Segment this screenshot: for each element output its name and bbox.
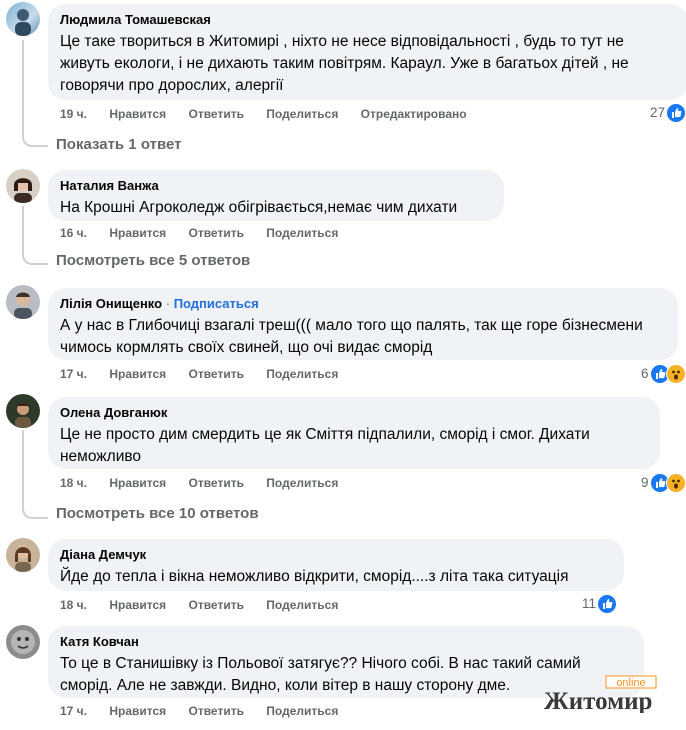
reply-button[interactable]: Ответить	[189, 226, 244, 240]
comment-actions: 16 ч. Нравится Ответить Поделиться	[60, 225, 357, 241]
show-replies-link[interactable]: Посмотреть все 5 ответов	[56, 251, 250, 271]
share-button[interactable]: Поделиться	[266, 598, 338, 612]
comment-bubble: Олена Довганюк Це не просто дим смердить…	[48, 397, 660, 469]
comment-time[interactable]: 16 ч.	[60, 226, 87, 240]
comment-bubble: Наталия Ванжа На Крошні Агроколедж обігр…	[48, 170, 504, 221]
thread-elbow	[22, 497, 48, 519]
like-button[interactable]: Нравится	[109, 476, 166, 490]
thread-line	[22, 40, 24, 128]
share-button[interactable]: Поделиться	[266, 476, 338, 490]
reply-button[interactable]: Ответить	[189, 476, 244, 490]
reply-button[interactable]: Ответить	[189, 598, 244, 612]
comment-time[interactable]: 18 ч.	[60, 598, 87, 612]
comment-time[interactable]: 18 ч.	[60, 476, 87, 490]
zhytomyr-online-logo: online Житомир	[542, 673, 672, 715]
reaction-number: 6	[641, 366, 649, 381]
comment-author[interactable]: Наталия Ванжа	[60, 178, 492, 194]
comment-actions: 17 ч. Нравится Ответить Поделиться	[60, 366, 357, 382]
comment-actions: 18 ч. Нравится Ответить Поделиться	[60, 475, 357, 491]
avatar-photo-icon	[15, 9, 31, 36]
show-replies-link[interactable]: Посмотреть все 10 ответов	[56, 504, 259, 524]
like-reaction-icon	[597, 594, 618, 615]
comment-author[interactable]: Олена Довганюк	[60, 405, 648, 421]
reaction-number: 9	[641, 475, 649, 490]
avatar-photo-icon	[14, 177, 32, 203]
edited-label: Отредактировано	[360, 107, 467, 121]
reply-button[interactable]: Ответить	[189, 367, 244, 381]
comment-actions: 18 ч. Нравится Ответить Поделиться	[60, 597, 357, 613]
comment-author[interactable]: Людмила Томашевская	[60, 12, 676, 28]
show-replies-link[interactable]: Показать 1 ответ	[56, 135, 181, 155]
comment-text: А у нас в Глибочиці взагалі треш((( мало…	[60, 317, 648, 356]
comment-text: Це таке твориться в Житомирі , ніхто не …	[60, 33, 633, 94]
like-button[interactable]: Нравится	[109, 107, 166, 121]
wow-reaction-icon	[665, 364, 686, 385]
share-button[interactable]: Поделиться	[266, 107, 338, 121]
share-button[interactable]: Поделиться	[266, 704, 338, 718]
avatar-photo-icon	[11, 630, 35, 654]
reply-button[interactable]: Ответить	[189, 107, 244, 121]
comment-bubble: Людмила Томашевская Це таке твориться в …	[48, 4, 686, 100]
thread-elbow	[22, 125, 48, 147]
avatar[interactable]	[6, 2, 40, 36]
comment-text: Це не просто дим смердить це як Сміття п…	[60, 426, 595, 465]
comment-text: На Крошні Агроколедж обігрівається,немає…	[60, 199, 458, 216]
thread-elbow	[22, 243, 48, 265]
like-button[interactable]: Нравится	[109, 598, 166, 612]
avatar-photo-icon	[15, 403, 31, 428]
avatar-photo-icon	[15, 545, 31, 572]
comment-author[interactable]: Діана Демчук	[60, 547, 612, 563]
reaction-count[interactable]: 11	[582, 594, 618, 615]
comment-author[interactable]: Катя Ковчан	[60, 634, 632, 650]
comment-time[interactable]: 17 ч.	[60, 704, 87, 718]
share-button[interactable]: Поделиться	[266, 367, 338, 381]
like-button[interactable]: Нравится	[109, 367, 166, 381]
reaction-number: 27	[650, 105, 666, 120]
subscribe-link[interactable]: Подписаться	[174, 296, 259, 311]
like-button[interactable]: Нравится	[109, 226, 166, 240]
comment-actions: 19 ч. Нравится Ответить Поделиться Отред…	[60, 106, 486, 122]
logo-name-text: Житомир	[544, 688, 652, 713]
like-button[interactable]: Нравится	[109, 704, 166, 718]
avatar-photo-icon	[14, 292, 32, 319]
thread-line	[22, 206, 24, 246]
avatar[interactable]	[6, 285, 40, 319]
comment-time[interactable]: 19 ч.	[60, 107, 87, 121]
comment-text: Йде до тепла і вікна неможливо відкрити,…	[60, 568, 569, 585]
separator-dot: ·	[165, 296, 171, 311]
share-button[interactable]: Поделиться	[266, 226, 338, 240]
comment-bubble: Діана Демчук Йде до тепла і вікна неможл…	[48, 539, 624, 591]
wow-reaction-icon	[665, 473, 686, 494]
reaction-count[interactable]: 6	[641, 364, 686, 385]
avatar[interactable]	[6, 394, 40, 428]
comment-actions: 17 ч. Нравится Ответить Поделиться	[60, 703, 357, 719]
avatar[interactable]	[6, 625, 40, 659]
avatar[interactable]	[6, 169, 40, 203]
comment-bubble: Лілія Онищенко · Подписаться А у нас в Г…	[48, 288, 678, 360]
reply-button[interactable]: Ответить	[189, 704, 244, 718]
comment-author: Лілія Онищенко · Подписаться	[60, 296, 666, 312]
thread-line	[22, 430, 24, 500]
reaction-number: 11	[582, 596, 597, 611]
reaction-count[interactable]: 9	[641, 473, 686, 494]
like-reaction-icon	[666, 103, 686, 124]
reaction-count[interactable]: 27	[650, 103, 686, 124]
comment-author-name[interactable]: Лілія Онищенко	[60, 296, 162, 311]
avatar[interactable]	[6, 538, 40, 572]
comment-time[interactable]: 17 ч.	[60, 367, 87, 381]
